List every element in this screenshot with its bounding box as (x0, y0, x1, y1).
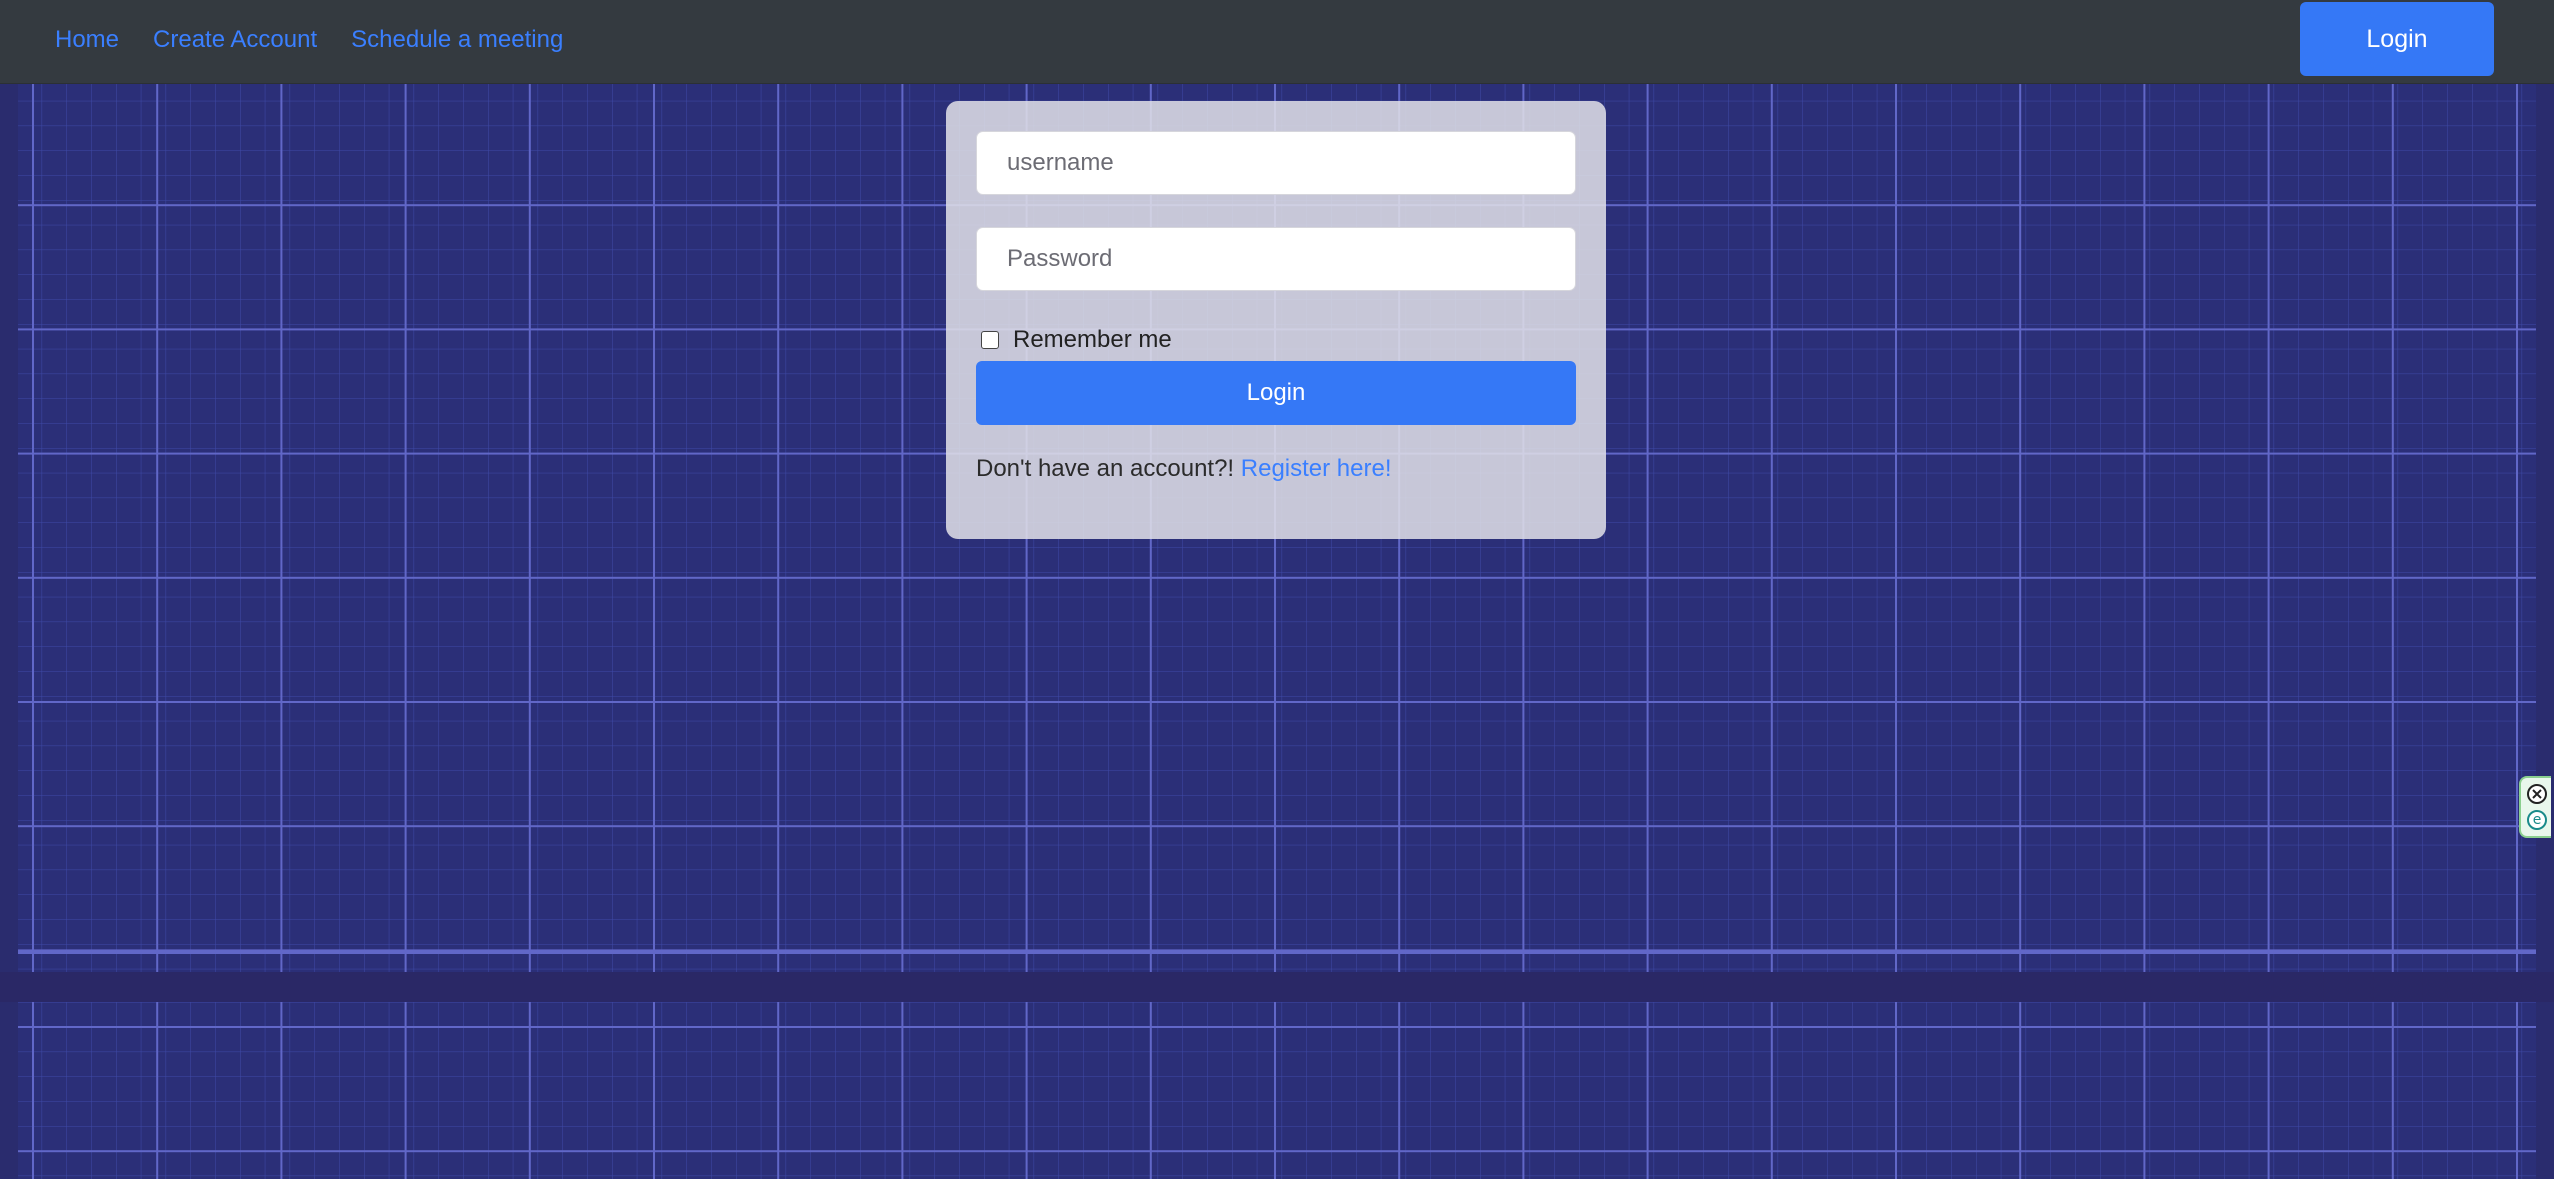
background-band (0, 972, 2554, 1002)
register-row: Don't have an account?! Register here! (976, 455, 1392, 483)
close-icon[interactable] (2527, 784, 2547, 804)
register-link[interactable]: Register here! (1241, 455, 1392, 482)
register-prompt: Don't have an account?! (976, 455, 1235, 482)
password-input[interactable] (976, 227, 1576, 291)
login-card: Remember me Login Don't have an account?… (946, 101, 1606, 539)
e-icon[interactable]: e (2527, 810, 2547, 830)
navbar: Home Create Account Schedule a meeting L… (0, 0, 2554, 84)
username-input[interactable] (976, 131, 1576, 195)
nav-links: Home Create Account Schedule a meeting (55, 0, 563, 80)
side-widget: e (2519, 776, 2551, 838)
nav-link-create-account[interactable]: Create Account (153, 26, 317, 54)
navbar-login-button[interactable]: Login (2300, 2, 2494, 76)
remember-me-checkbox[interactable] (981, 331, 999, 349)
remember-me-row: Remember me (981, 326, 1172, 354)
nav-link-schedule-meeting[interactable]: Schedule a meeting (351, 26, 563, 54)
login-submit-button[interactable]: Login (976, 361, 1576, 425)
nav-link-home[interactable]: Home (55, 26, 119, 54)
remember-me-label: Remember me (1013, 326, 1172, 353)
blueprint-grid-bottom (18, 1002, 2536, 1179)
